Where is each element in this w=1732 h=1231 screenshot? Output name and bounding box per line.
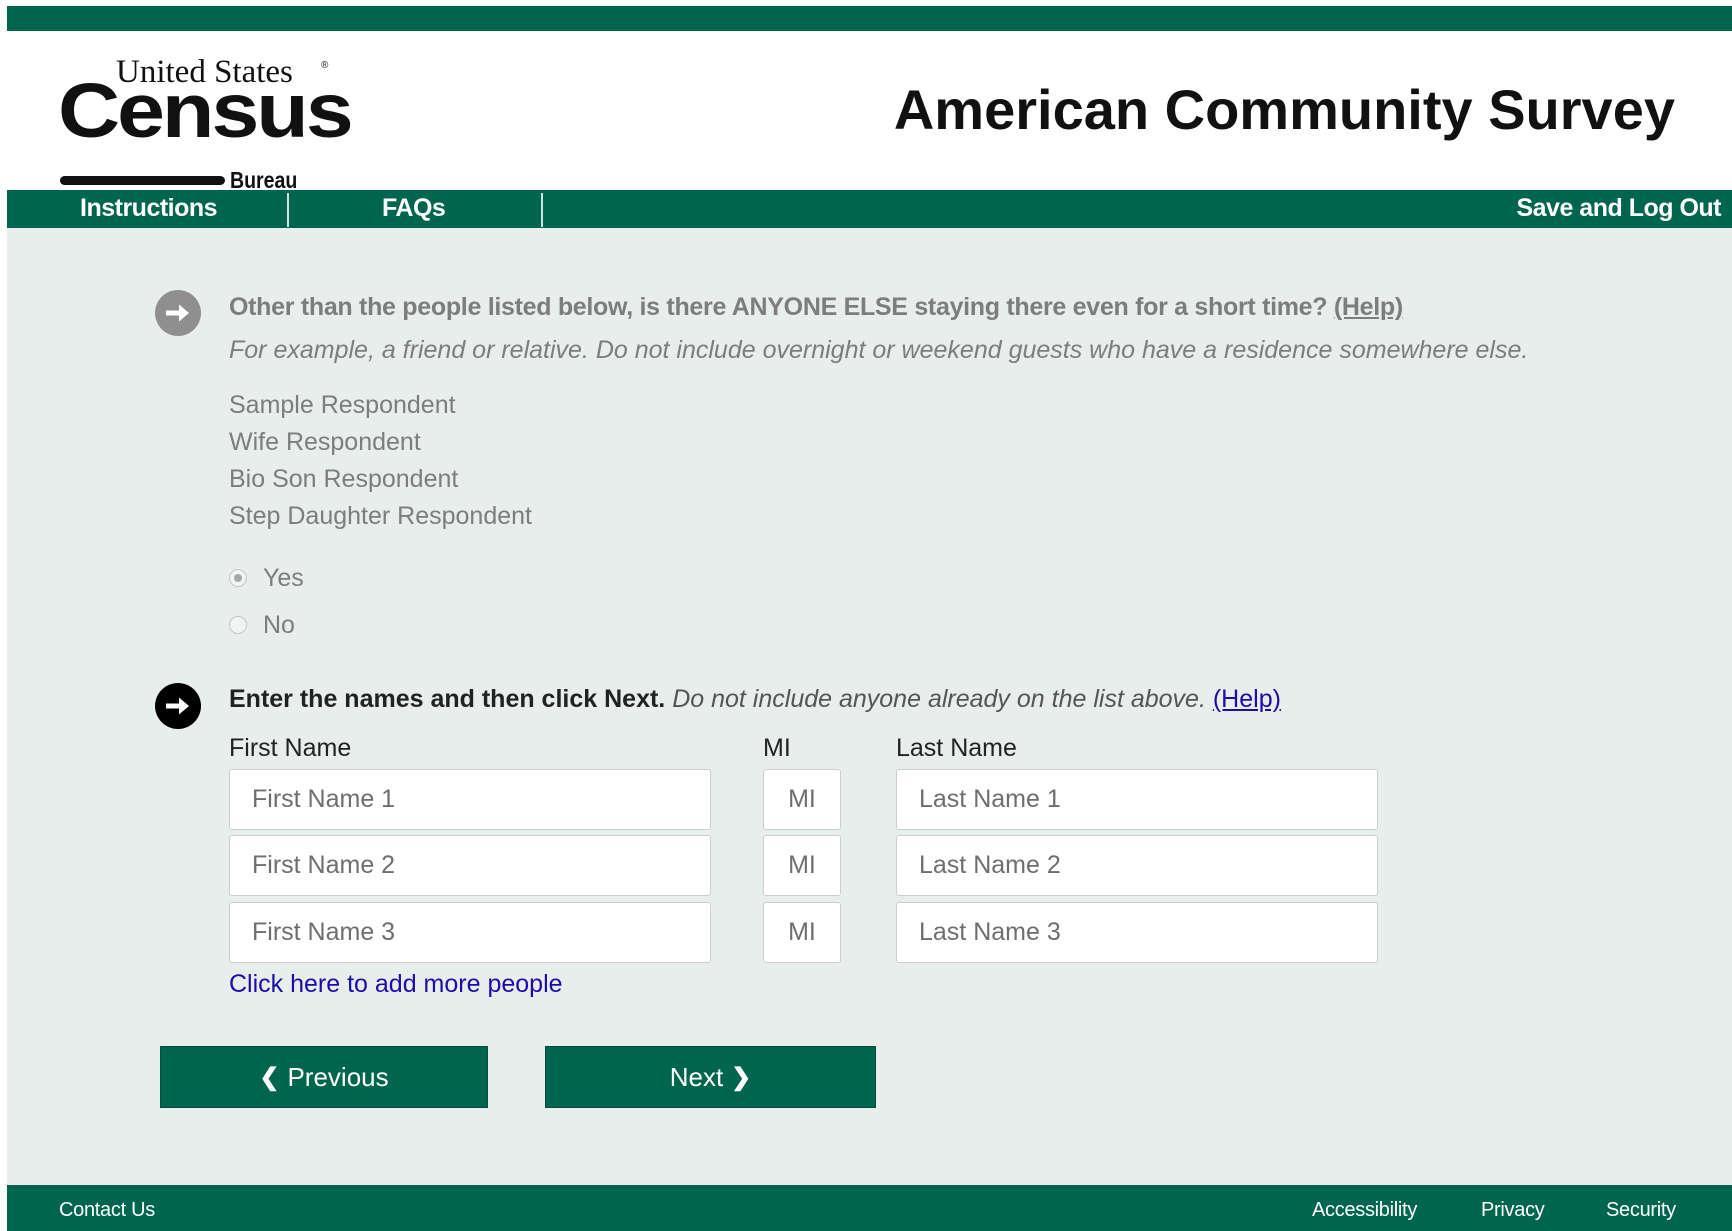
question-note: Do not include anyone already on the lis…	[672, 685, 1206, 713]
site-header: United States ® Census Bureau American C…	[7, 31, 1732, 193]
last-name-input-1[interactable]	[896, 769, 1378, 830]
list-item-person: Bio Son Respondent	[229, 465, 459, 493]
logo-underline-bar	[60, 176, 225, 185]
survey-content: Other than the people listed below, is t…	[7, 228, 1732, 1185]
column-label-mi: MI	[763, 734, 791, 762]
add-more-people-link[interactable]: Click here to add more people	[229, 970, 563, 999]
chevron-left-icon: ❮	[259, 1063, 280, 1091]
nav-faqs[interactable]: FAQs	[382, 190, 446, 228]
footer-contact-us[interactable]: Contact Us	[59, 1199, 155, 1222]
radio-yes-label: Yes	[263, 563, 304, 592]
middle-initial-input-3[interactable]	[763, 902, 841, 963]
list-item-person: Sample Respondent	[229, 391, 456, 419]
nav-bar: Instructions FAQs Save and Log Out	[7, 190, 1732, 228]
next-button[interactable]: Next ❯	[545, 1046, 876, 1108]
nav-instructions[interactable]: Instructions	[80, 190, 218, 228]
previous-button-label: Previous	[287, 1061, 389, 1092]
logo-line-census: Census	[58, 67, 354, 154]
nav-divider	[287, 193, 289, 227]
footer-accessibility[interactable]: Accessibility	[1312, 1199, 1417, 1222]
first-name-input-3[interactable]	[229, 902, 711, 963]
first-name-input-1[interactable]	[229, 769, 711, 830]
help-link-q1[interactable]: (Help)	[1334, 293, 1403, 321]
arrow-circle-right-icon	[155, 290, 201, 336]
previous-button[interactable]: ❮ Previous	[160, 1046, 488, 1108]
column-label-first-name: First Name	[229, 734, 352, 762]
first-name-input-2[interactable]	[229, 835, 711, 896]
question-instruction: Enter the names and then click Next.	[229, 685, 666, 713]
question-enter-names: Enter the names and then click Next. Do …	[229, 685, 1281, 714]
list-item-person: Wife Respondent	[229, 428, 421, 456]
question-hint: For example, a friend or relative. Do no…	[229, 336, 1529, 364]
chevron-right-icon: ❯	[731, 1063, 752, 1091]
top-accent-bar	[7, 6, 1732, 31]
help-link-q2[interactable]: (Help)	[1213, 685, 1281, 713]
footer-privacy[interactable]: Privacy	[1481, 1199, 1545, 1222]
census-bureau-logo: United States ® Census Bureau	[58, 54, 354, 199]
column-label-last-name: Last Name	[896, 734, 1017, 762]
nav-save-and-log-out[interactable]: Save and Log Out	[1516, 190, 1721, 228]
radio-yes[interactable]	[229, 569, 247, 587]
radio-no[interactable]	[229, 616, 247, 634]
list-item-person: Step Daughter Respondent	[229, 502, 532, 530]
arrow-circle-right-icon	[155, 683, 201, 729]
page-title: American Community Survey	[893, 78, 1675, 141]
question-text: Other than the people listed below, is t…	[229, 293, 1328, 321]
nav-divider	[541, 193, 543, 227]
middle-initial-input-1[interactable]	[763, 769, 841, 830]
last-name-input-2[interactable]	[896, 835, 1378, 896]
site-footer: Contact Us Accessibility Privacy Securit…	[7, 1185, 1732, 1231]
next-button-label: Next	[669, 1061, 724, 1092]
radio-no-label: No	[263, 610, 295, 639]
radio-option-yes[interactable]: Yes	[229, 563, 304, 593]
question-anyone-else: Other than the people listed below, is t…	[229, 293, 1403, 322]
last-name-input-3[interactable]	[896, 902, 1378, 963]
footer-security[interactable]: Security	[1606, 1199, 1676, 1222]
radio-option-no[interactable]: No	[229, 610, 295, 640]
middle-initial-input-2[interactable]	[763, 835, 841, 896]
